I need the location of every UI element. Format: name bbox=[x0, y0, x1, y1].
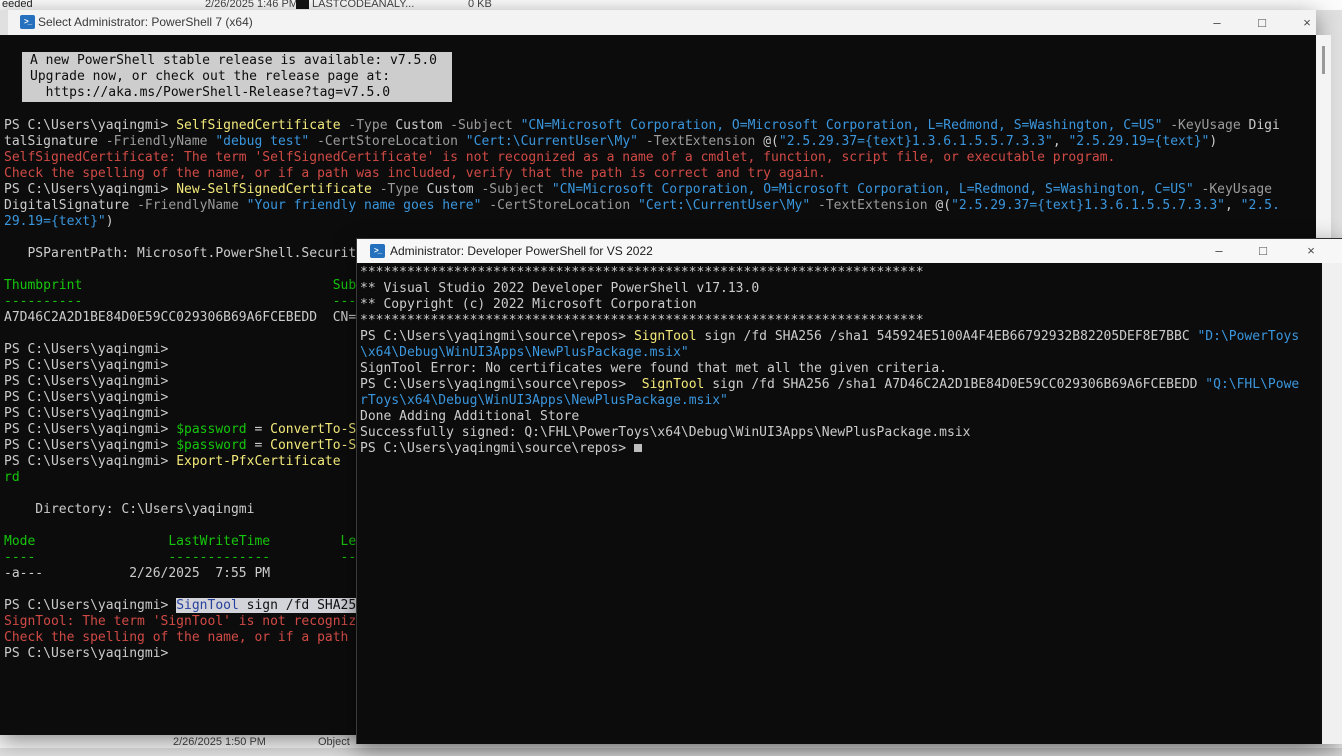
window2-title: Administrator: Developer PowerShell for … bbox=[390, 244, 653, 258]
notice-line: A new PowerShell stable release is avail… bbox=[22, 53, 452, 69]
terminal-line: ****************************************… bbox=[357, 313, 1322, 329]
powershell-icon: >_ bbox=[20, 15, 35, 29]
terminal-line: SelfSignedCertificate: The term 'SelfSig… bbox=[0, 150, 1316, 166]
terminal-line: \x64\Debug\WinUI3Apps\NewPlusPackage.msi… bbox=[357, 345, 1322, 361]
minimize-button[interactable]: – bbox=[1204, 239, 1234, 263]
terminal-line: ** Visual Studio 2022 Developer PowerShe… bbox=[357, 281, 1322, 297]
terminal-line: Successfully signed: Q:\FHL\PowerToys\x6… bbox=[357, 425, 1322, 441]
maximize-button[interactable]: □ bbox=[1247, 10, 1277, 35]
file-row-modified: 2/26/2025 1:50 PM bbox=[173, 736, 266, 748]
terminal-line: ****************************************… bbox=[357, 265, 1322, 281]
close-button[interactable]: × bbox=[1296, 239, 1326, 263]
terminal-line: PS C:\Users\yaqingmi> SelfSignedCertific… bbox=[0, 118, 1316, 134]
powershell-update-notice: A new PowerShell stable release is avail… bbox=[22, 52, 452, 102]
terminal-line: talSignature -FriendlyName "debug test" … bbox=[0, 134, 1316, 150]
terminal-output: ****************************************… bbox=[357, 265, 1322, 457]
powershell-icon: >_ bbox=[370, 244, 385, 258]
window2-terminal-content[interactable]: ****************************************… bbox=[357, 263, 1322, 744]
terminal-line: rToys\x64\Debug\WinUI3Apps\NewPlusPackag… bbox=[357, 393, 1322, 409]
background-file-row-top[interactable]: eeded 2/26/2025 1:46 PM LASTCODEANALY...… bbox=[0, 0, 1342, 10]
terminal-line: PS C:\Users\yaqingmi> New-SelfSignedCert… bbox=[0, 182, 1316, 198]
maximize-button[interactable]: □ bbox=[1248, 239, 1278, 263]
terminal-line: PS C:\Users\yaqingmi\source\repos> bbox=[357, 441, 1322, 457]
minimize-button[interactable]: – bbox=[1202, 10, 1232, 35]
file-row-name: LASTCODEANALY... bbox=[312, 0, 414, 10]
background-fragment bbox=[296, 0, 309, 9]
notice-line: Upgrade now, or check out the release pa… bbox=[22, 69, 452, 85]
scrollbar-thumb[interactable] bbox=[1322, 46, 1325, 74]
close-button[interactable]: × bbox=[1292, 10, 1322, 35]
terminal-line: ** Copyright (c) 2022 Microsoft Corporat… bbox=[357, 297, 1322, 313]
notice-line: https://aka.ms/PowerShell-Release?tag=v7… bbox=[22, 85, 452, 101]
window1-title: Select Administrator: PowerShell 7 (x64) bbox=[38, 15, 253, 29]
terminal-line: SignTool Error: No certificates were fou… bbox=[357, 361, 1322, 377]
window2-scrollbar[interactable] bbox=[1322, 263, 1342, 744]
terminal-line: 29.19={text}") bbox=[0, 214, 1316, 230]
terminal-line: PS C:\Users\yaqingmi\source\repos> SignT… bbox=[357, 329, 1322, 345]
terminal-line: Done Adding Additional Store bbox=[357, 409, 1322, 425]
file-row-modified: 2/26/2025 1:46 PM bbox=[205, 0, 298, 10]
file-row-size: 0 KB bbox=[468, 0, 492, 10]
window-dev-powershell: >_ Administrator: Developer PowerShell f… bbox=[356, 238, 1342, 744]
file-row-fragment: eeded bbox=[2, 0, 33, 10]
terminal-line: DigitalSignature -FriendlyName "Your fri… bbox=[0, 198, 1316, 214]
window2-titlebar[interactable]: >_ Administrator: Developer PowerShell f… bbox=[357, 239, 1342, 263]
window1-titlebar[interactable]: >_ Select Administrator: PowerShell 7 (x… bbox=[8, 10, 1316, 35]
terminal-line: Check the spelling of the name, or if a … bbox=[0, 166, 1316, 182]
terminal-line: PS C:\Users\yaqingmi\source\repos> SignT… bbox=[357, 377, 1322, 393]
file-row-type: Object bbox=[318, 736, 350, 748]
